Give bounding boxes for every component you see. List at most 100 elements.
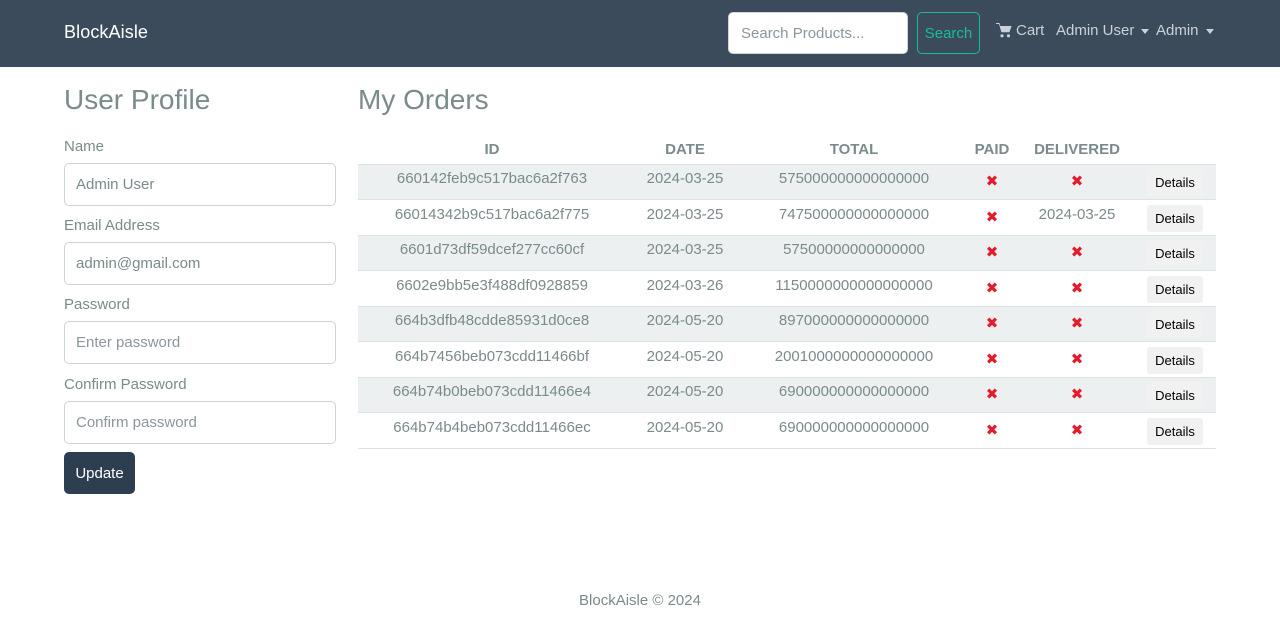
x-icon: ✖	[1070, 315, 1084, 333]
x-icon: ✖	[985, 315, 999, 333]
cart-icon	[996, 23, 1012, 38]
table-row: 66014342b9c517bac6a2f775 2024-03-25 747500…	[358, 199, 1216, 235]
table-row: 664b74b4beb073cdd11466ec 2024-05-20 690000…	[358, 412, 1216, 449]
x-icon: ✖	[1070, 386, 1084, 404]
order-paid-cell: ✖	[964, 270, 1020, 306]
order-paid-cell: ✖	[964, 199, 1020, 235]
email-field[interactable]	[64, 242, 336, 285]
order-delivered-cell: ✖	[1020, 305, 1134, 342]
order-delivered-cell: ✖	[1020, 341, 1134, 377]
order-id-cell: 6602e9bb5e3f488df0928859	[358, 270, 626, 306]
table-row: 6601d73df59dcef277cc60cf 2024-03-25 575000…	[358, 234, 1216, 271]
table-row: 664b7456beb073cdd11466bf 2024-05-20 200100…	[358, 341, 1216, 377]
search-button[interactable]: Search	[917, 12, 980, 54]
order-paid-cell: ✖	[964, 412, 1020, 449]
order-actions-cell: Details	[1134, 305, 1216, 342]
column-header-total: TOTAL	[829, 141, 879, 158]
order-delivered-cell: 2024-03-25	[1020, 199, 1134, 235]
order-date-cell: 2024-03-26	[626, 270, 744, 306]
orders-table: ID DATE TOTAL PAID DELIVERED 660142feb9c…	[358, 138, 1216, 449]
search-input[interactable]	[728, 12, 908, 54]
order-delivered-cell: ✖	[1020, 234, 1134, 271]
details-button[interactable]: Details	[1147, 417, 1203, 445]
details-button[interactable]: Details	[1147, 169, 1203, 197]
order-delivered-cell: ✖	[1020, 163, 1134, 200]
order-id-cell: 664b7456beb073cdd11466bf	[358, 341, 626, 377]
order-actions-cell: Details	[1134, 412, 1216, 449]
order-total-cell: 575000000000000000	[744, 163, 964, 200]
order-actions-cell: Details	[1134, 199, 1216, 235]
name-label: Name	[64, 138, 105, 155]
x-icon: ✖	[985, 350, 999, 368]
user-menu-dropdown[interactable]: Admin User	[1056, 22, 1150, 39]
confirm-password-label: Confirm Password	[64, 376, 187, 393]
order-paid-cell: ✖	[964, 376, 1020, 413]
brand-logo-link[interactable]: BlockAisle	[64, 22, 148, 43]
my-orders-heading: My Orders	[358, 84, 489, 115]
table-row: 6602e9bb5e3f488df0928859 2024-03-26 115000…	[358, 270, 1216, 306]
x-icon: ✖	[985, 421, 999, 439]
order-total-cell: 897000000000000000	[744, 305, 964, 342]
details-button[interactable]: Details	[1147, 240, 1203, 268]
order-id-cell: 664b74b0beb073cdd11466e4	[358, 376, 626, 413]
password-field[interactable]	[64, 321, 336, 364]
admin-menu-label: Admin	[1156, 22, 1199, 39]
order-total-cell: 57500000000000000	[744, 234, 964, 271]
order-id-cell: 664b3dfb48cdde85931d0ce8	[358, 305, 626, 342]
x-icon: ✖	[1070, 244, 1084, 262]
cart-link[interactable]: Cart	[996, 22, 1044, 39]
email-label: Email Address	[64, 217, 160, 234]
order-date-cell: 2024-03-25	[626, 199, 744, 235]
user-menu-label: Admin User	[1056, 22, 1135, 39]
order-total-cell: 2001000000000000000	[744, 341, 964, 377]
order-paid-cell: ✖	[964, 234, 1020, 271]
order-actions-cell: Details	[1134, 270, 1216, 306]
table-header-row: ID DATE TOTAL PAID DELIVERED	[358, 138, 1216, 164]
x-icon: ✖	[1070, 173, 1084, 191]
order-delivered-cell: ✖	[1020, 376, 1134, 413]
chevron-down-icon	[1141, 28, 1150, 34]
column-header-paid: PAID	[974, 141, 1010, 158]
order-total-cell: 747500000000000000	[744, 199, 964, 235]
order-date-cell: 2024-05-20	[626, 305, 744, 342]
user-profile-heading: User Profile	[64, 84, 211, 115]
order-actions-cell: Details	[1134, 376, 1216, 413]
order-id-cell: 660142feb9c517bac6a2f763	[358, 163, 626, 200]
update-button[interactable]: Update	[64, 452, 135, 494]
column-header-actions	[1134, 138, 1216, 164]
table-row: 664b74b0beb073cdd11466e4 2024-05-20 690000…	[358, 376, 1216, 413]
x-icon: ✖	[1070, 279, 1084, 297]
details-button[interactable]: Details	[1147, 204, 1203, 232]
order-date-cell: 2024-03-25	[626, 234, 744, 271]
order-delivered-cell: ✖	[1020, 412, 1134, 449]
x-icon: ✖	[985, 244, 999, 262]
order-actions-cell: Details	[1134, 163, 1216, 200]
admin-menu-dropdown[interactable]: Admin	[1156, 22, 1214, 39]
confirm-password-field[interactable]	[64, 401, 336, 444]
order-date-cell: 2024-05-20	[626, 376, 744, 413]
x-icon: ✖	[1070, 421, 1084, 439]
order-paid-cell: ✖	[964, 163, 1020, 200]
order-date-cell: 2024-05-20	[626, 341, 744, 377]
footer-copyright: BlockAisle © 2024	[579, 592, 701, 609]
details-button[interactable]: Details	[1147, 275, 1203, 303]
details-button[interactable]: Details	[1147, 311, 1203, 339]
order-id-cell: 664b74b4beb073cdd11466ec	[358, 412, 626, 449]
order-total-cell: 690000000000000000	[744, 376, 964, 413]
cart-label: Cart	[1016, 22, 1045, 39]
order-total-cell: 690000000000000000	[744, 412, 964, 449]
order-id-cell: 6601d73df59dcef277cc60cf	[358, 234, 626, 271]
order-actions-cell: Details	[1134, 234, 1216, 271]
password-label: Password	[64, 296, 130, 313]
details-button[interactable]: Details	[1147, 382, 1203, 410]
order-actions-cell: Details	[1134, 341, 1216, 377]
navbar: BlockAisle Search Cart Admin User Admin	[0, 0, 1280, 67]
order-paid-cell: ✖	[964, 341, 1020, 377]
order-delivered-cell: ✖	[1020, 270, 1134, 306]
name-field[interactable]	[64, 163, 336, 206]
x-icon: ✖	[985, 173, 999, 191]
column-header-date: DATE	[665, 141, 705, 158]
order-id-cell: 66014342b9c517bac6a2f775	[358, 199, 626, 235]
details-button[interactable]: Details	[1147, 346, 1203, 374]
column-header-id: ID	[484, 141, 500, 158]
